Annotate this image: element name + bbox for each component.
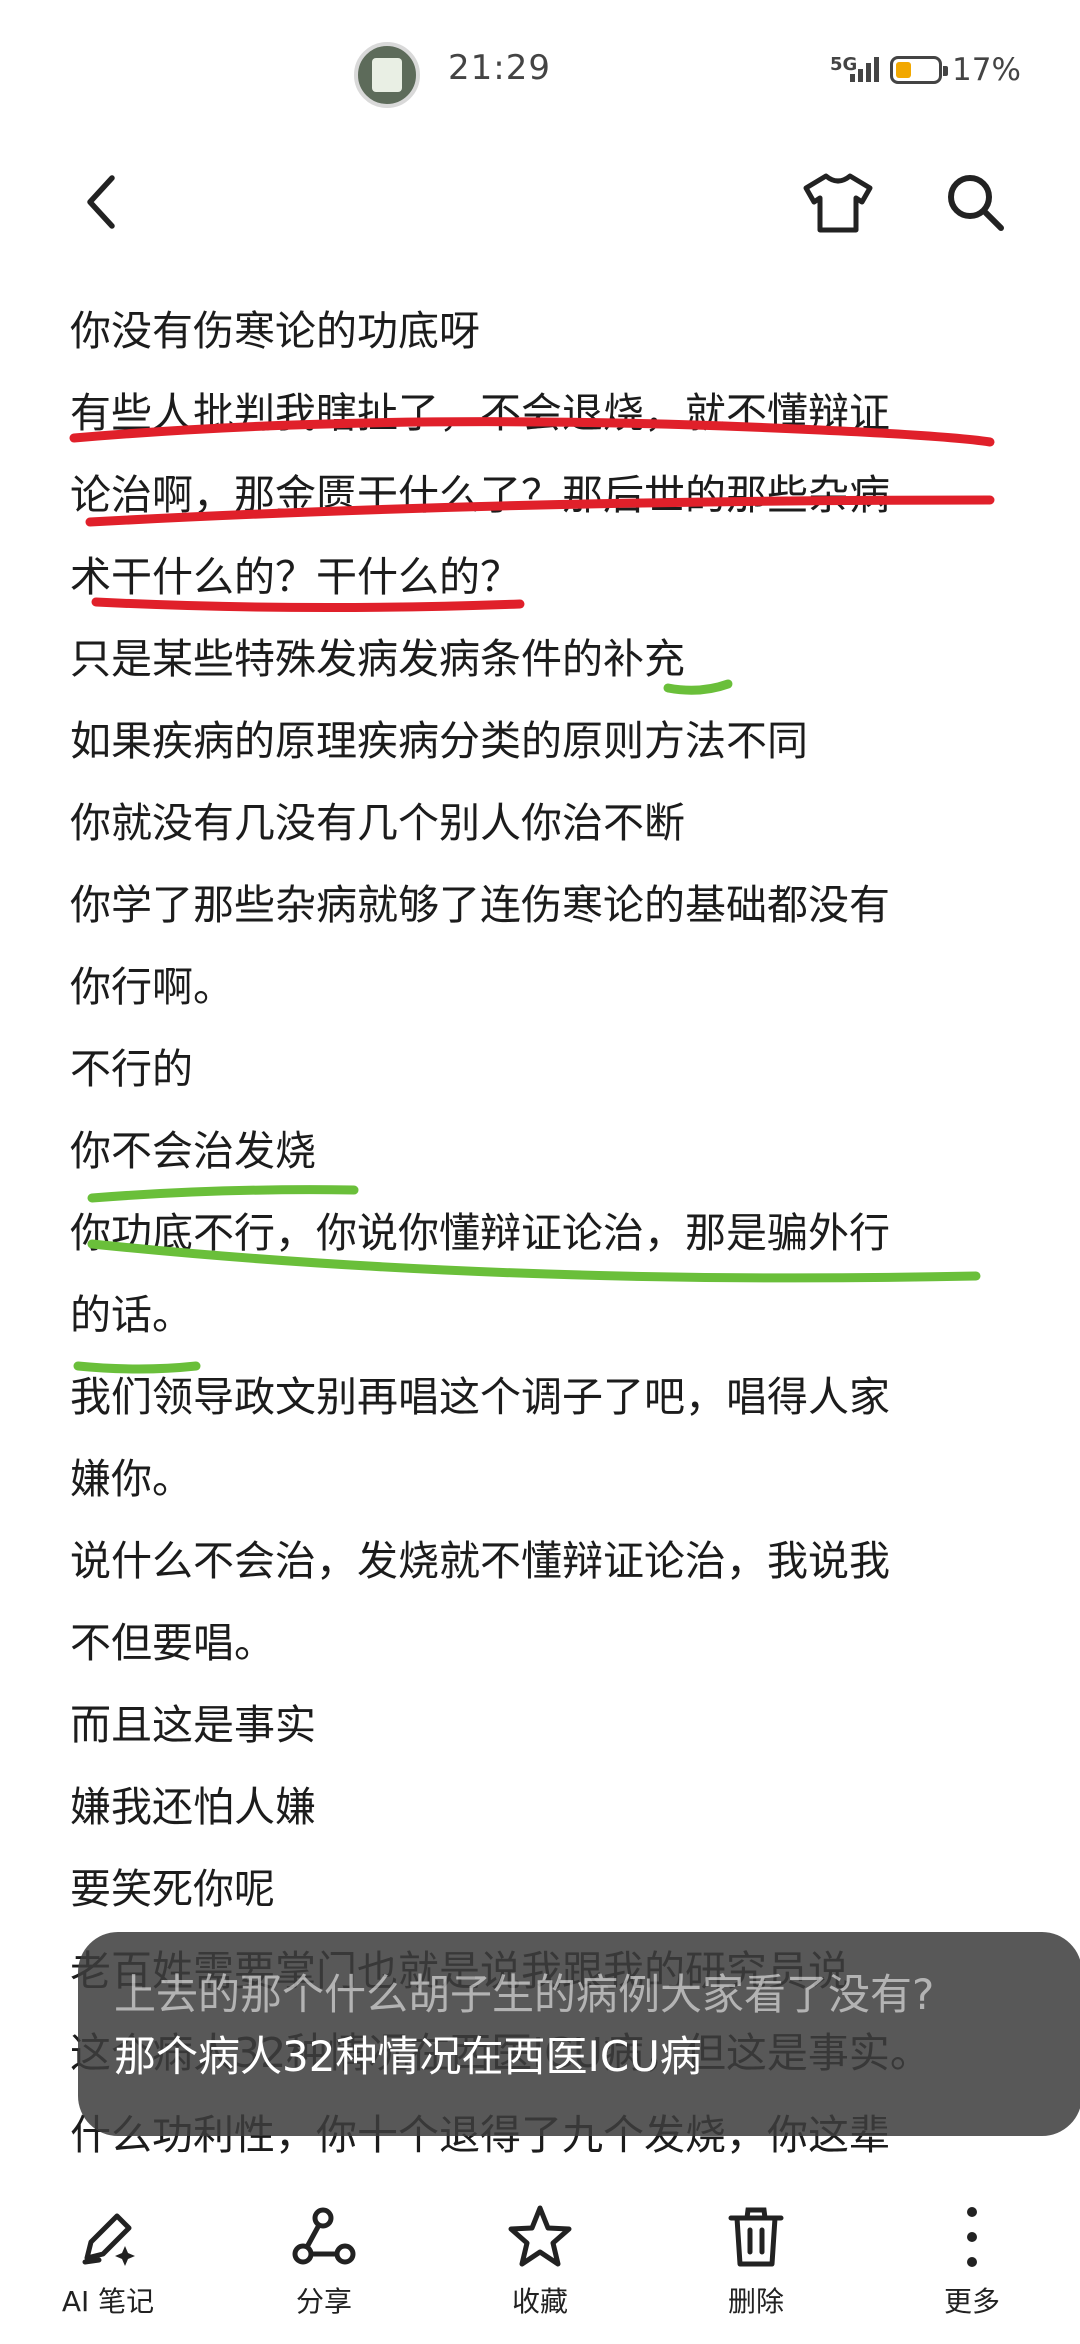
- text-line: 说什么不会治，发烧就不懂辩证论治，我说我: [70, 1537, 890, 1585]
- battery-icon: [890, 56, 948, 84]
- subtitle-toast: 上去的那个什么胡子生的病例大家看了没有? 那个病人32种情况在西医ICU病: [78, 1932, 1080, 2136]
- text-line: 嫌我还怕人嫌: [70, 1783, 316, 1831]
- ai-pen-icon: [82, 2213, 135, 2266]
- text-line: 你功底不行，你说你懂辩证论治，那是骗外行: [70, 1209, 890, 1257]
- signal-icon: [850, 56, 880, 82]
- ai-note-button[interactable]: AI 笔记: [38, 2200, 178, 2320]
- bottom-toolbar: AI 笔记 分享 收藏 删除 更多: [0, 2180, 1080, 2344]
- search-button[interactable]: [940, 170, 1010, 234]
- text-line: 只是某些特殊发病发病条件的补充: [70, 635, 685, 683]
- text-line: 你没有伤寒论的功底呀: [70, 307, 480, 355]
- app-avatar-icon: [354, 42, 420, 108]
- trash-icon: [728, 2207, 784, 2267]
- ai-note-label: AI 笔记: [61, 2285, 155, 2318]
- text-line: 术干什么的？干什么的？: [70, 553, 521, 601]
- toast-line-1: 上去的那个什么胡子生的病例大家看了没有?: [114, 1970, 935, 2019]
- favorite-button[interactable]: 收藏: [470, 2200, 610, 2320]
- text-line: 论治啊，那金匮干什么了？那后世的那些杂病: [70, 471, 890, 519]
- status-time: 21:29: [448, 48, 551, 88]
- battery-level: [896, 62, 911, 78]
- back-button[interactable]: [70, 170, 134, 234]
- text-line: 我们领导政文别再唱这个调子了吧，唱得人家: [70, 1373, 890, 1421]
- text-line: 有些人批判我瞎扯了，不会退烧，就不懂辩证: [70, 389, 890, 437]
- text-line: 不行的: [70, 1045, 193, 1093]
- text-line: 如果疾病的原理疾病分类的原则方法不同: [70, 717, 808, 765]
- share-button[interactable]: 分享: [254, 2200, 394, 2320]
- battery-percent: 17%: [952, 52, 1021, 88]
- theme-button[interactable]: [800, 170, 876, 234]
- text-line: 而且这是事实: [70, 1701, 316, 1749]
- share-label: 分享: [295, 2285, 352, 2318]
- toast-line-2: 那个病人32种情况在西医ICU病: [114, 2032, 702, 2081]
- top-bar: [0, 150, 1080, 250]
- share-icon: [292, 2207, 356, 2265]
- star-icon: [508, 2205, 572, 2267]
- text-line: 你就没有几没有几个别人你治不断: [70, 799, 685, 847]
- delete-label: 删除: [727, 2285, 784, 2318]
- more-label: 更多: [943, 2285, 1000, 2318]
- chevron-left-icon: [87, 175, 115, 229]
- search-icon: [948, 175, 1004, 231]
- text-line: 嫌你。: [70, 1455, 193, 1503]
- text-line: 你不会治发烧: [70, 1127, 316, 1175]
- text-line: 要笑死你呢: [70, 1865, 275, 1913]
- delete-button[interactable]: 删除: [686, 2200, 826, 2320]
- text-line: 你学了那些杂病就够了连伤寒论的基础都没有: [70, 881, 890, 929]
- text-line: 你行啊。: [70, 963, 234, 1011]
- note-content[interactable]: 你没有伤寒论的功底呀有些人批判我瞎扯了，不会退烧，就不懂辩证 论治啊，那金匮干什么…: [70, 290, 1010, 2176]
- more-vertical-icon: [967, 2207, 977, 2267]
- favorite-label: 收藏: [511, 2285, 568, 2318]
- text-line: 不但要唱。: [70, 1619, 275, 1667]
- status-bar: 21:29 5G 17%: [0, 0, 1080, 150]
- text-line: 的话。: [70, 1291, 193, 1339]
- tshirt-icon: [803, 173, 873, 233]
- more-button[interactable]: 更多: [902, 2200, 1042, 2320]
